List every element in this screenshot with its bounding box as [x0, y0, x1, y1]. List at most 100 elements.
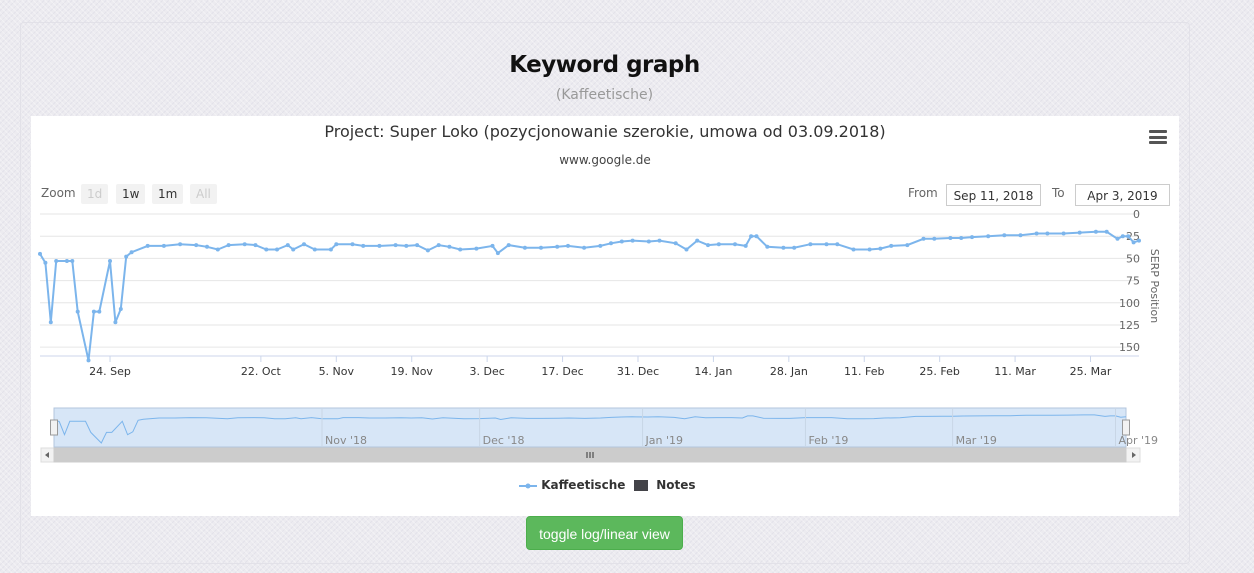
- data-point[interactable]: [506, 243, 511, 248]
- data-point[interactable]: [1002, 233, 1007, 238]
- data-point[interactable]: [312, 247, 317, 252]
- data-point[interactable]: [1061, 231, 1066, 236]
- data-point[interactable]: [522, 245, 527, 250]
- data-point[interactable]: [609, 241, 613, 246]
- data-point[interactable]: [733, 242, 737, 247]
- data-point[interactable]: [1131, 240, 1136, 245]
- data-point[interactable]: [970, 235, 974, 240]
- toggle-log-linear-button[interactable]: toggle log/linear view: [526, 516, 683, 550]
- data-point[interactable]: [673, 241, 678, 246]
- data-point[interactable]: [835, 242, 840, 247]
- data-point[interactable]: [657, 238, 662, 243]
- legend-item-kaffeetische[interactable]: Kaffeetische: [519, 478, 625, 492]
- navigator-handle-right[interactable]: [1122, 419, 1130, 436]
- data-point[interactable]: [70, 259, 75, 263]
- data-point[interactable]: [781, 245, 786, 250]
- data-point[interactable]: [754, 234, 759, 239]
- data-point[interactable]: [555, 244, 560, 249]
- data-point[interactable]: [808, 242, 813, 247]
- data-point[interactable]: [495, 251, 500, 256]
- data-point[interactable]: [474, 246, 479, 251]
- data-point[interactable]: [706, 243, 710, 248]
- data-point[interactable]: [598, 243, 603, 248]
- data-point[interactable]: [54, 259, 59, 263]
- data-point[interactable]: [215, 247, 220, 252]
- data-point[interactable]: [436, 243, 441, 248]
- data-point[interactable]: [867, 247, 872, 252]
- data-point[interactable]: [161, 243, 166, 248]
- data-point[interactable]: [113, 320, 118, 325]
- data-point[interactable]: [539, 245, 543, 250]
- data-point[interactable]: [415, 243, 420, 248]
- data-point[interactable]: [1045, 231, 1050, 236]
- data-point[interactable]: [1018, 233, 1023, 238]
- data-point[interactable]: [91, 309, 96, 314]
- data-point[interactable]: [145, 243, 150, 248]
- data-point[interactable]: [566, 243, 570, 248]
- data-point[interactable]: [1093, 229, 1098, 234]
- data-point[interactable]: [792, 245, 797, 250]
- legend-item-notes[interactable]: Notes: [634, 478, 696, 492]
- data-point[interactable]: [458, 247, 463, 252]
- data-point[interactable]: [425, 248, 430, 253]
- data-point[interactable]: [582, 245, 587, 250]
- data-point[interactable]: [242, 242, 247, 247]
- data-point[interactable]: [205, 244, 209, 249]
- data-point[interactable]: [1077, 230, 1082, 235]
- data-point[interactable]: [921, 236, 926, 241]
- data-point[interactable]: [1126, 234, 1131, 239]
- data-point[interactable]: [959, 236, 964, 240]
- data-point[interactable]: [129, 250, 134, 255]
- data-point[interactable]: [948, 236, 953, 240]
- data-point[interactable]: [43, 260, 48, 265]
- data-point[interactable]: [350, 242, 355, 247]
- data-point[interactable]: [1137, 238, 1141, 243]
- data-point[interactable]: [447, 244, 452, 249]
- data-point[interactable]: [1104, 229, 1109, 234]
- data-point[interactable]: [684, 247, 689, 252]
- data-point[interactable]: [824, 242, 829, 247]
- data-point[interactable]: [716, 242, 721, 247]
- data-point[interactable]: [38, 251, 42, 256]
- data-point[interactable]: [765, 244, 770, 249]
- data-point[interactable]: [695, 238, 700, 243]
- data-point[interactable]: [264, 247, 269, 252]
- data-point[interactable]: [226, 243, 231, 248]
- navigator-handle-left[interactable]: [50, 419, 58, 436]
- data-point[interactable]: [97, 309, 102, 314]
- data-point[interactable]: [1115, 236, 1120, 241]
- data-point[interactable]: [108, 259, 112, 263]
- data-point[interactable]: [889, 243, 894, 248]
- data-point[interactable]: [86, 358, 91, 363]
- data-point[interactable]: [743, 243, 748, 248]
- data-point[interactable]: [118, 307, 123, 311]
- data-point[interactable]: [334, 242, 339, 247]
- data-point[interactable]: [851, 247, 856, 252]
- data-point[interactable]: [285, 243, 290, 248]
- data-point[interactable]: [302, 242, 306, 247]
- data-point[interactable]: [124, 254, 129, 259]
- data-point[interactable]: [749, 234, 754, 239]
- data-point[interactable]: [194, 243, 199, 248]
- data-point[interactable]: [361, 243, 366, 248]
- data-point[interactable]: [878, 246, 883, 251]
- data-point[interactable]: [1034, 231, 1039, 236]
- data-point[interactable]: [490, 243, 495, 248]
- data-point[interactable]: [619, 239, 624, 244]
- data-point[interactable]: [630, 238, 635, 243]
- data-point[interactable]: [646, 239, 651, 244]
- data-point[interactable]: [932, 236, 937, 241]
- data-point[interactable]: [986, 234, 991, 239]
- data-point[interactable]: [64, 259, 69, 263]
- data-point[interactable]: [1120, 234, 1125, 239]
- data-point[interactable]: [291, 247, 296, 252]
- data-point[interactable]: [377, 243, 382, 248]
- data-point[interactable]: [905, 243, 910, 248]
- data-point[interactable]: [328, 247, 333, 252]
- data-point[interactable]: [253, 243, 258, 248]
- data-point[interactable]: [75, 309, 80, 314]
- data-point[interactable]: [178, 242, 183, 247]
- data-point[interactable]: [48, 320, 53, 325]
- data-point[interactable]: [393, 243, 398, 248]
- data-point[interactable]: [404, 243, 409, 248]
